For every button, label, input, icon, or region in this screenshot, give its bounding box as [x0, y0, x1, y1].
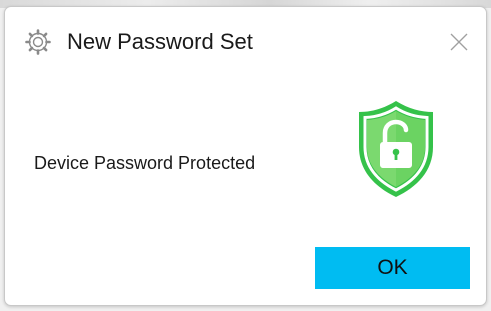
dialog-title: New Password Set — [67, 29, 253, 54]
gear-icon — [25, 29, 51, 55]
close-button[interactable] — [442, 25, 476, 59]
shield-unlocked-padlock-icon — [355, 99, 437, 199]
ok-button[interactable]: OK — [315, 247, 470, 289]
status-message: Device Password Protected — [34, 153, 256, 173]
close-icon — [450, 33, 468, 51]
dialog-titlebar: New Password Set — [5, 7, 486, 73]
password-set-dialog: New Password Set Device Password Protect… — [4, 6, 487, 306]
